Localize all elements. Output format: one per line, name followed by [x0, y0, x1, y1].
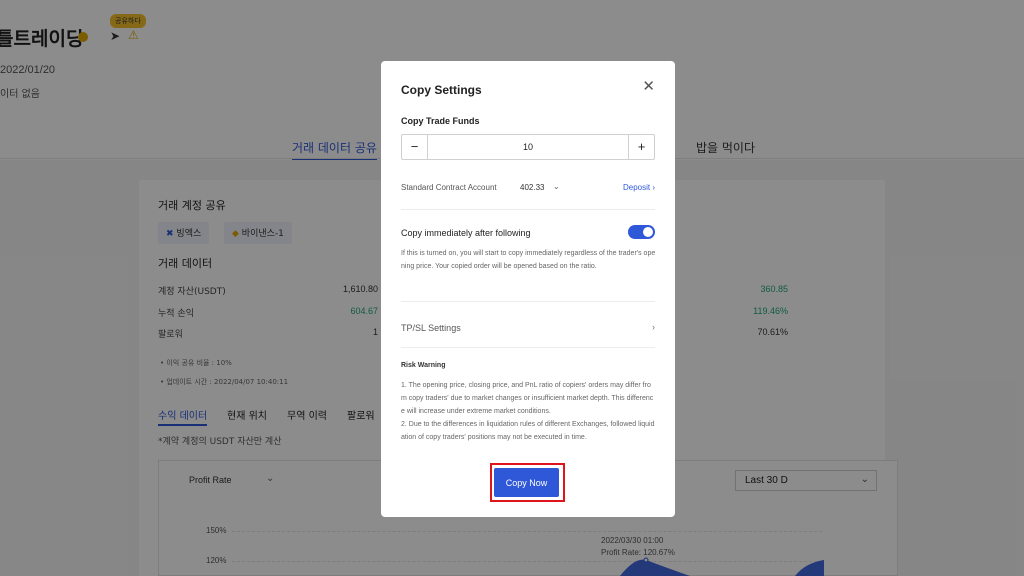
divider — [401, 301, 655, 302]
minus-icon[interactable]: − — [402, 135, 428, 159]
chevron-down-icon[interactable]: ⌄ — [553, 182, 560, 191]
risk-item: 2. Due to the differences in liquidation… — [401, 421, 655, 441]
risk-warning-text[interactable]: 1. The opening price, closing price, and… — [401, 379, 655, 453]
copy-funds-stepper: − + — [401, 134, 655, 160]
chevron-right-icon: › — [652, 183, 655, 192]
divider — [401, 209, 655, 210]
risk-warning-title: Risk Warning — [401, 362, 446, 369]
copy-settings-modal: Copy Settings ✕ Copy Trade Funds − + Sta… — [381, 61, 675, 517]
copy-funds-input[interactable] — [428, 135, 628, 159]
divider — [401, 347, 655, 348]
tpsl-settings-row[interactable]: TP/SL Settings › — [401, 322, 655, 337]
close-icon[interactable]: ✕ — [642, 79, 655, 95]
modal-title: Copy Settings — [401, 83, 482, 97]
account-row: Standard Contract Account 402.33 ⌄ Depos… — [401, 182, 655, 197]
chevron-right-icon: › — [652, 322, 655, 332]
deposit-label: Deposit — [622, 183, 651, 192]
toggle-knob — [643, 227, 653, 237]
tpsl-label: TP/SL Settings — [401, 323, 461, 333]
copy-immediately-toggle[interactable] — [628, 225, 655, 239]
deposit-link[interactable]: Deposit › — [623, 183, 655, 192]
plus-icon[interactable]: + — [628, 135, 654, 159]
copy-immediately-description: If this is turned on, you will start to … — [401, 250, 656, 270]
copy-funds-label: Copy Trade Funds — [401, 116, 480, 126]
account-balance: 402.33 — [520, 183, 545, 192]
copy-now-button[interactable]: Copy Now — [494, 468, 559, 497]
copy-immediately-label: Copy immediately after following — [401, 228, 531, 238]
account-label: Standard Contract Account — [401, 183, 497, 192]
risk-item: 1. The opening price, closing price, and… — [401, 382, 654, 415]
